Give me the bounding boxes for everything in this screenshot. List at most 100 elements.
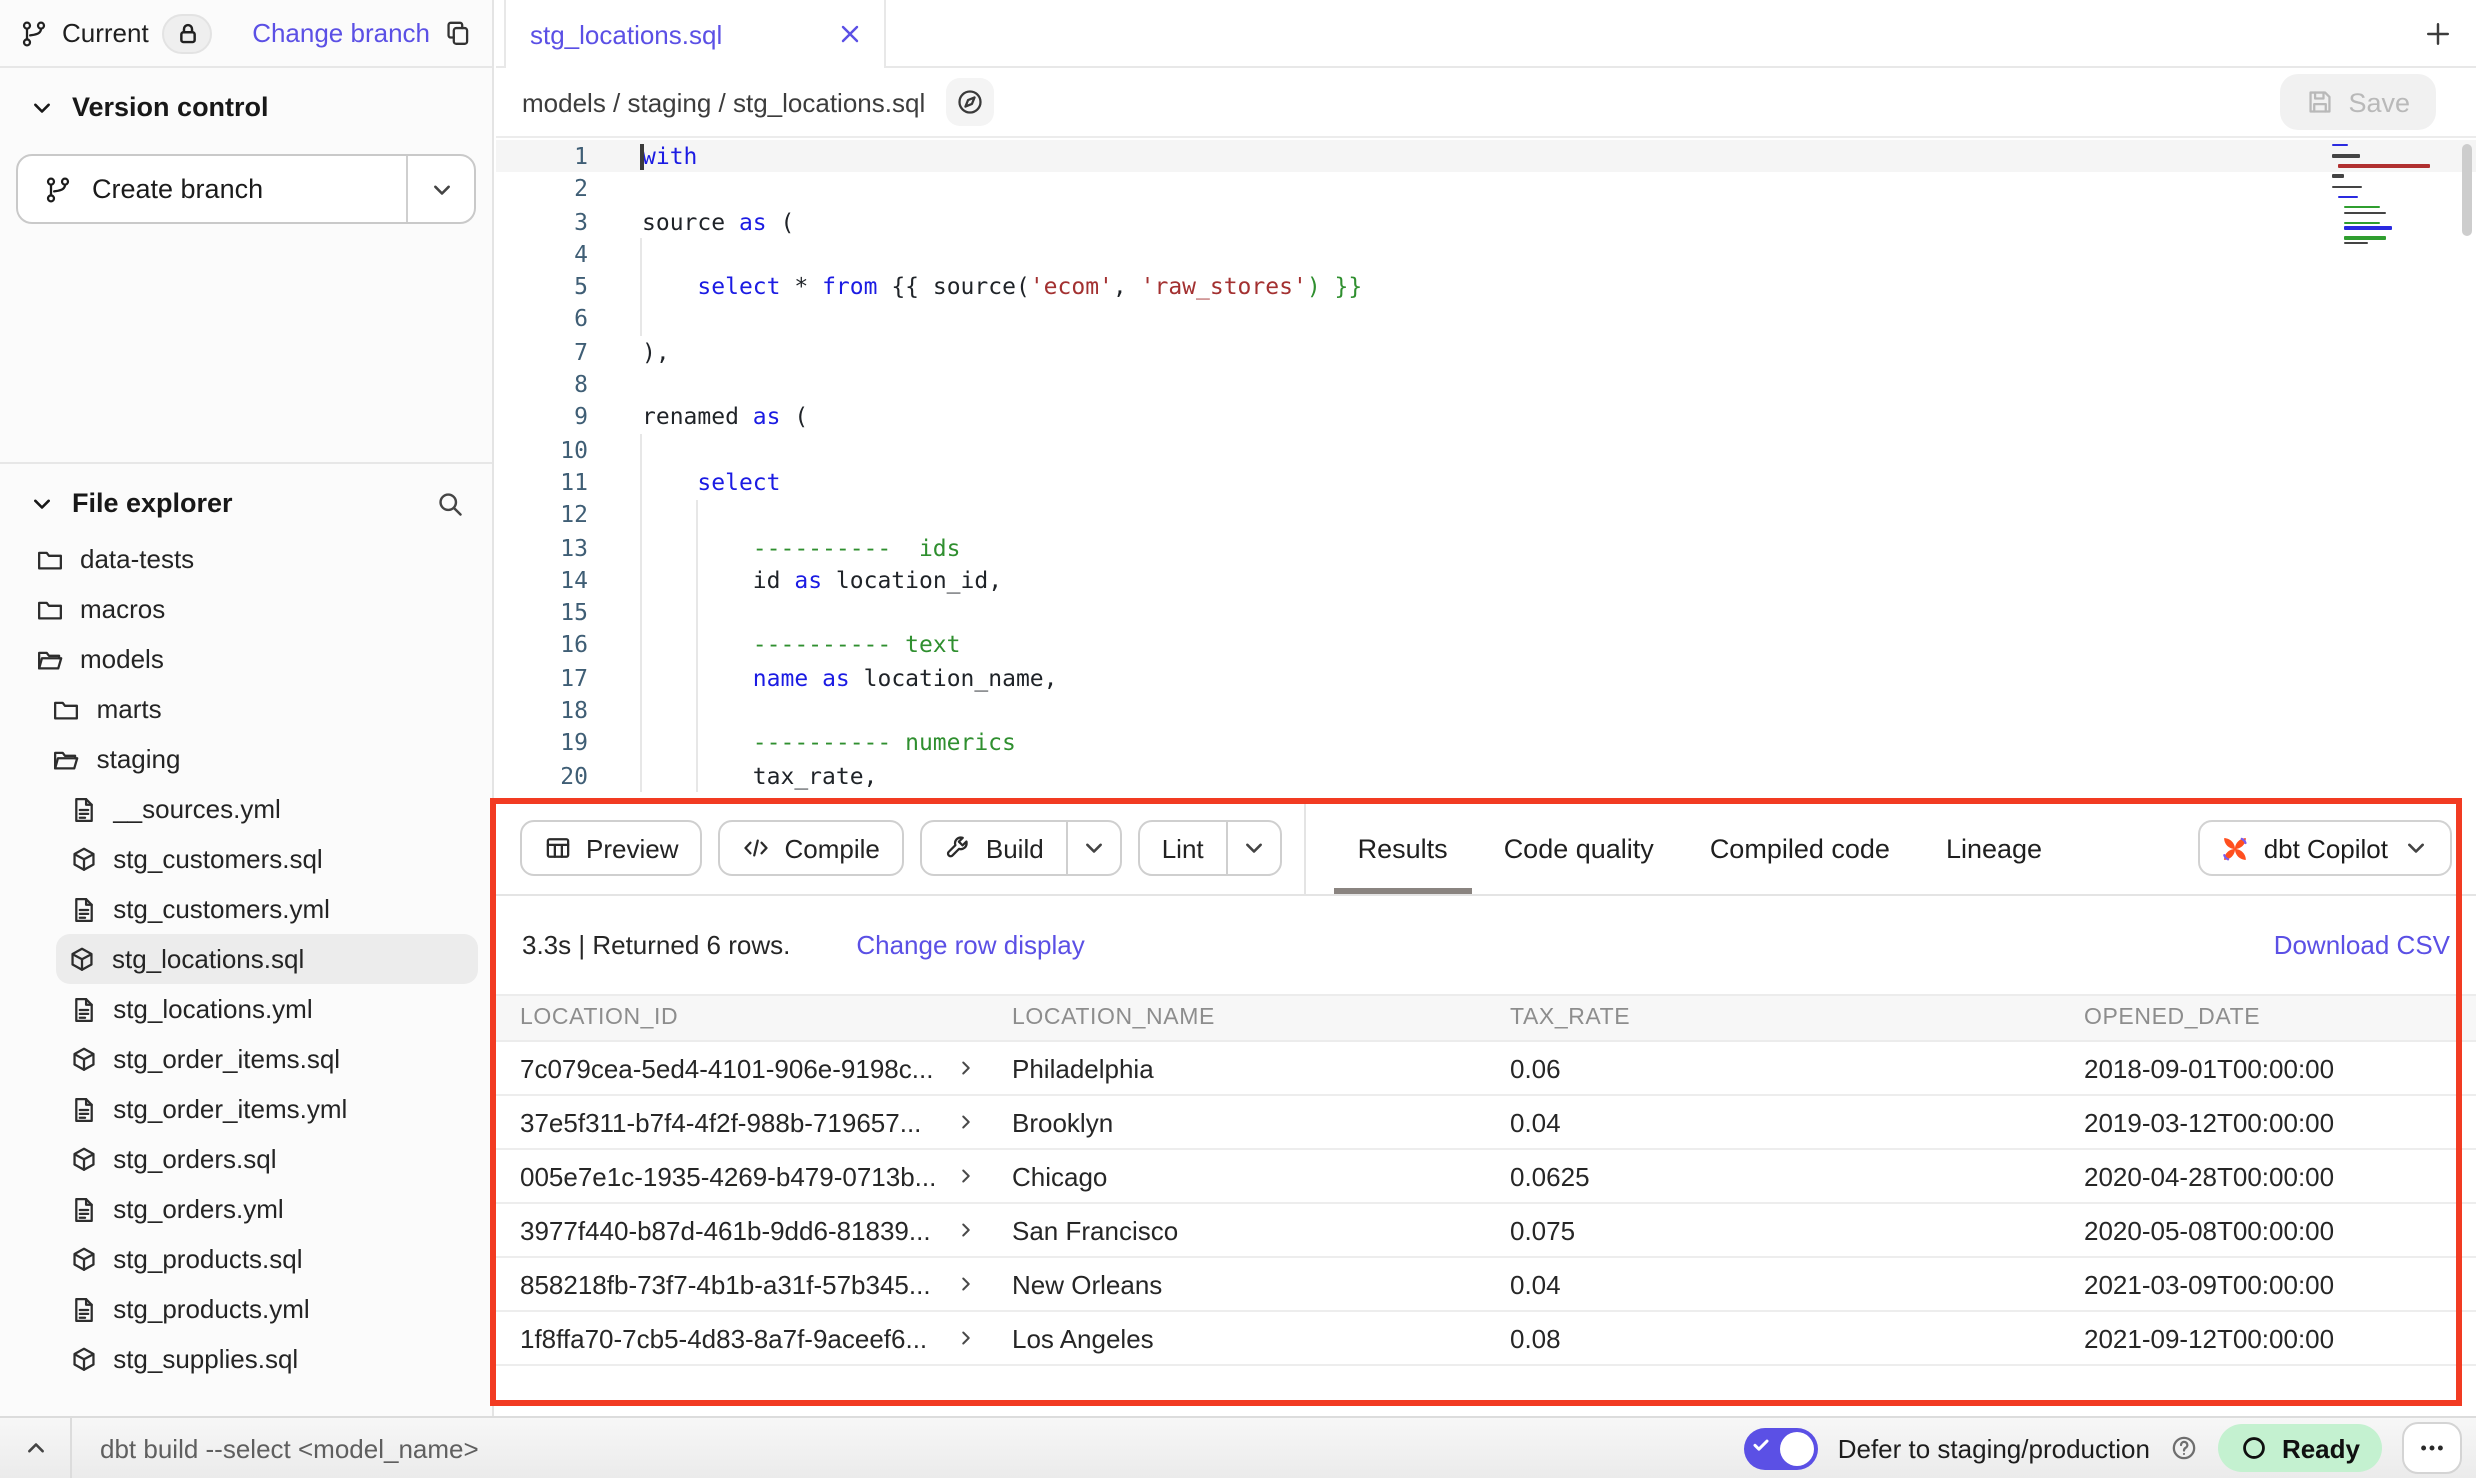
cell-opened-date: 2021-09-12T00:00:00 [2084, 1323, 2476, 1353]
panel-tab-code-quality[interactable]: Code quality [1504, 802, 1654, 894]
expand-row-chevron-icon[interactable] [956, 1328, 976, 1348]
compile-button[interactable]: Compile [719, 820, 904, 876]
line-number: 4 [496, 238, 608, 271]
save-button[interactable]: Save [2280, 74, 2436, 130]
indent-guide [640, 434, 642, 792]
file-item-stg-locations-yml[interactable]: stg_locations.yml [0, 984, 492, 1034]
table-row[interactable]: 37e5f311-b7f4-4f2f-988b-719657...Brookly… [496, 1096, 2476, 1150]
file-item-stg-order-items-yml[interactable]: stg_order_items.yml [0, 1084, 492, 1134]
file-item-label: data-tests [80, 544, 194, 574]
version-control-title: Version control [72, 92, 269, 122]
table-row[interactable]: 7c079cea-5ed4-4101-906e-9198c...Philadel… [496, 1042, 2476, 1096]
preview-label: Preview [586, 833, 679, 863]
new-tab-plus-icon[interactable] [2424, 19, 2452, 47]
file-item-label: marts [97, 694, 162, 724]
cell-opened-date: 2020-05-08T00:00:00 [2084, 1215, 2476, 1245]
build-dropdown-caret[interactable] [1066, 822, 1120, 874]
line-number: 16 [496, 629, 608, 662]
file-item-label: stg_orders.yml [113, 1194, 284, 1224]
collapse-panel-button[interactable] [0, 1418, 72, 1478]
doc-icon [69, 1295, 97, 1323]
file-item-models[interactable]: models [0, 634, 492, 684]
file-item-stg-locations-sql[interactable]: stg_locations.sql [56, 934, 478, 984]
code-line-15: 15 [496, 596, 2476, 629]
results-panel: Preview Compile Build Lint Results Code qual… [496, 802, 2476, 1416]
file-explorer-header[interactable]: File explorer [0, 464, 492, 518]
create-branch-dropdown-caret[interactable] [406, 156, 474, 222]
expand-row-chevron-icon[interactable] [956, 1274, 976, 1294]
cell-location-name: Los Angeles [1012, 1323, 1510, 1353]
file-item-stg-products-sql[interactable]: stg_products.sql [0, 1234, 492, 1284]
file-item-staging[interactable]: staging [0, 734, 492, 784]
cube-icon [69, 1045, 97, 1073]
panel-tab-results[interactable]: Results [1358, 802, 1448, 894]
file-item-stg-supplies-sql[interactable]: stg_supplies.sql [0, 1334, 492, 1384]
lint-dropdown-caret[interactable] [1226, 822, 1280, 874]
git-branch-icon [44, 175, 72, 203]
file-item---sources-yml[interactable]: __sources.yml [0, 784, 492, 834]
table-row[interactable]: 858218fb-73f7-4b1b-a31f-57b345...New Orl… [496, 1258, 2476, 1312]
search-icon[interactable] [436, 489, 464, 517]
file-item-data-tests[interactable]: data-tests [0, 534, 492, 584]
create-branch-button[interactable]: Create branch [16, 154, 476, 224]
editor-scrollbar[interactable] [2462, 144, 2472, 236]
panel-action-bar: Preview Compile Build Lint Results Code qual… [496, 802, 2476, 896]
editor-minimap[interactable] [2332, 144, 2448, 247]
divider [1304, 802, 1306, 894]
panel-tab-compiled-code[interactable]: Compiled code [1710, 802, 1890, 894]
file-item-label: macros [80, 594, 165, 624]
more-options-button[interactable] [2402, 1422, 2462, 1474]
lint-button[interactable]: Lint [1138, 820, 1282, 876]
tab-stg-locations-sql[interactable]: stg_locations.sql [504, 0, 886, 68]
dbt-copilot-button[interactable]: dbt Copilot [2198, 820, 2452, 876]
dbt-copilot-label: dbt Copilot [2264, 833, 2388, 863]
file-item-macros[interactable]: macros [0, 584, 492, 634]
download-csv-link[interactable]: Download CSV [2274, 930, 2450, 960]
code-text [608, 596, 642, 629]
main-area: stg_locations.sql models / staging / stg… [496, 0, 2476, 1416]
defer-toggle[interactable] [1744, 1427, 1818, 1469]
line-number: 15 [496, 596, 608, 629]
command-input[interactable]: dbt build --select <model_name> [100, 1433, 479, 1463]
code-line-16: 16 ---------- text [496, 629, 2476, 662]
table-row[interactable]: 005e7e1c-1935-4269-b479-0713b...Chicago0… [496, 1150, 2476, 1204]
build-button[interactable]: Build [920, 820, 1122, 876]
change-branch-link[interactable]: Change branch [252, 18, 430, 48]
expand-row-chevron-icon[interactable] [956, 1112, 976, 1132]
folder-icon [53, 695, 81, 723]
close-tab-icon[interactable] [836, 20, 864, 48]
indent-guide [696, 500, 698, 792]
chevron-down-icon [28, 489, 56, 517]
expand-row-chevron-icon[interactable] [956, 1058, 976, 1078]
preview-button[interactable]: Preview [520, 820, 703, 876]
circle-outline-icon [2240, 1434, 2268, 1462]
column-header-location_name: LOCATION_NAME [1012, 1006, 1510, 1030]
file-item-stg-order-items-sql[interactable]: stg_order_items.sql [0, 1034, 492, 1084]
code-editor[interactable]: 1with23source as (45 select * from {{ so… [496, 138, 2476, 802]
version-control-header[interactable]: Version control [0, 68, 492, 122]
table-row[interactable]: 1f8ffa70-7cb5-4d83-8a7f-9aceef6...Los An… [496, 1312, 2476, 1366]
file-item-stg-customers-sql[interactable]: stg_customers.sql [0, 834, 492, 884]
code-text: ---------- numerics [608, 727, 1016, 760]
file-item-marts[interactable]: marts [0, 684, 492, 734]
table-icon [544, 834, 572, 862]
change-row-display-link[interactable]: Change row display [856, 930, 1084, 960]
file-item-stg-orders-yml[interactable]: stg_orders.yml [0, 1184, 492, 1234]
version-control-section: Version control Create branch [0, 68, 492, 464]
line-number: 10 [496, 433, 608, 466]
chevron-down-icon [2402, 834, 2430, 862]
file-item-stg-customers-yml[interactable]: stg_customers.yml [0, 884, 492, 934]
expand-row-chevron-icon[interactable] [956, 1220, 976, 1240]
file-item-stg-products-yml[interactable]: stg_products.yml [0, 1284, 492, 1334]
status-badge-ready[interactable]: Ready [2218, 1424, 2382, 1472]
file-item-label: stg_customers.sql [113, 844, 323, 874]
file-item-stg-orders-sql[interactable]: stg_orders.sql [0, 1134, 492, 1184]
panel-tab-lineage[interactable]: Lineage [1946, 802, 2042, 894]
expand-row-chevron-icon[interactable] [956, 1166, 976, 1186]
copy-icon[interactable] [444, 19, 472, 47]
code-text: with [608, 140, 697, 173]
help-circle-icon[interactable] [2170, 1434, 2198, 1462]
code-text: select [608, 466, 781, 499]
compass-icon[interactable] [945, 78, 993, 126]
table-row[interactable]: 3977f440-b87d-461b-9dd6-81839...San Fran… [496, 1204, 2476, 1258]
